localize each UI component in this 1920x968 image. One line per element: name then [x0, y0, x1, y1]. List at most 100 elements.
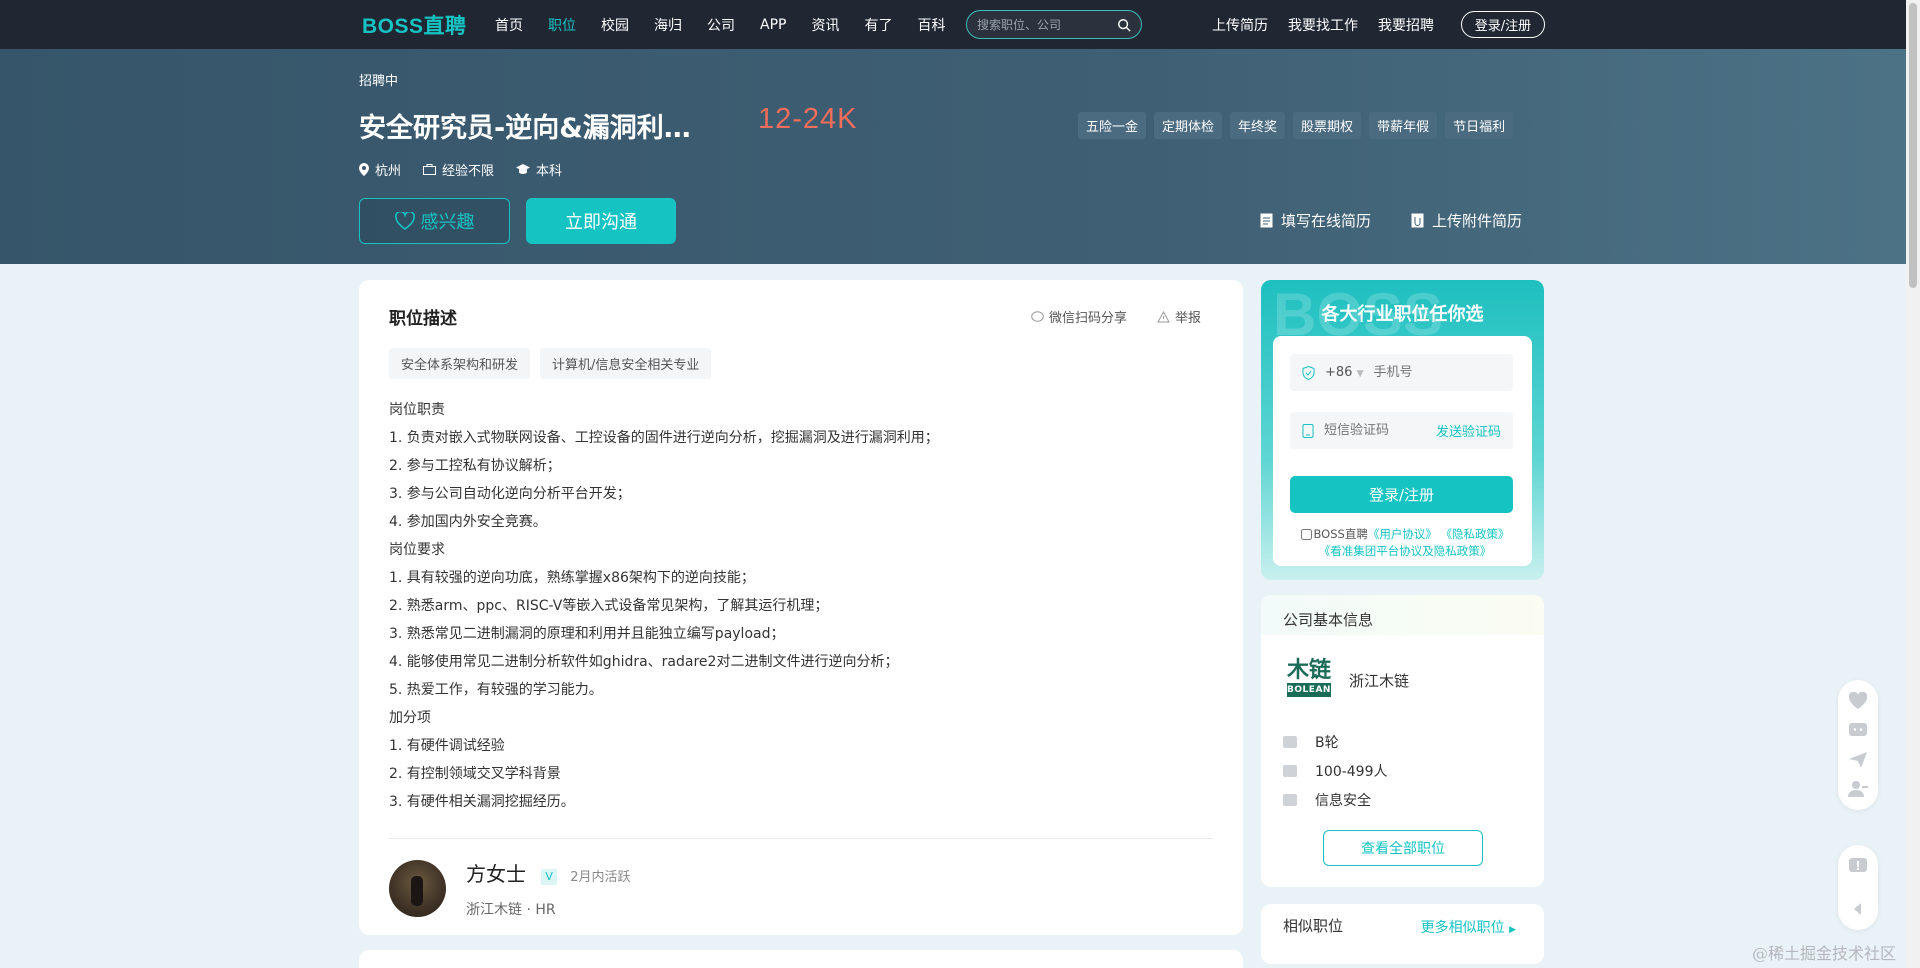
skill-tag: 安全体系架构和研发	[389, 348, 531, 379]
job-title: 安全研究员-逆向&漏洞利…	[359, 113, 691, 144]
nav-campus[interactable]: 校园	[601, 15, 629, 35]
job-description-card: 职位描述 微信扫码分享 举报 安全体系架构和研发 计算机/信息安全相关专业 岗位…	[359, 280, 1243, 935]
desc-line: 2. 有控制领域交叉学科背景	[389, 766, 561, 782]
recruiter-info[interactable]: 方女士 V 2月内活跃 浙江木链 · HR	[389, 858, 630, 919]
skill-tag: 计算机/信息安全相关专业	[540, 348, 712, 379]
nav-home[interactable]: 首页	[495, 15, 523, 35]
message-icon[interactable]	[1848, 721, 1868, 739]
desc-line: 3. 参与公司自动化逆向分析平台开发；	[389, 486, 631, 502]
online-resume-link[interactable]: 填写在线简历	[1260, 210, 1371, 231]
wechat-share-link[interactable]: 微信扫码分享	[1031, 307, 1127, 326]
online-resume-label: 填写在线简历	[1281, 212, 1372, 230]
desc-line: 4. 参加国内外安全竞赛。	[389, 514, 547, 530]
login-card-title: 各大行业职位任你选	[1321, 304, 1484, 325]
privacy-link[interactable]: 《隐私政策》	[1441, 527, 1510, 541]
sms-code-input[interactable]	[1324, 423, 1414, 438]
upload-attachment-link[interactable]: 上传附件简历	[1411, 210, 1522, 231]
company-info: B轮 100-499人 信息安全	[1283, 727, 1388, 814]
job-salary: 12-24K	[758, 103, 858, 135]
agree-checkbox[interactable]	[1300, 529, 1312, 540]
float-toolbar-secondary	[1838, 845, 1878, 930]
header-login-button[interactable]: 登录/注册	[1461, 11, 1545, 38]
nav-overseas[interactable]: 海归	[654, 15, 682, 35]
recruit-link[interactable]: 我要招聘	[1378, 15, 1434, 35]
nav-company[interactable]: 公司	[707, 15, 735, 35]
sms-code-field[interactable]: 发送验证码	[1290, 412, 1513, 449]
skill-tags: 安全体系架构和研发 计算机/信息安全相关专业	[389, 348, 712, 379]
country-code-select[interactable]: +86 ▼	[1325, 365, 1364, 380]
login-form: +86 ▼ 发送验证码 登录/注册 BOSS直聘《用户协议》 《隐私政策》 《看…	[1273, 336, 1532, 566]
phone-input[interactable]	[1373, 365, 1484, 380]
nav-news[interactable]: 资讯	[811, 15, 839, 35]
nav-jobs[interactable]: 职位	[548, 15, 576, 35]
interest-label: 感兴趣	[420, 212, 475, 233]
search-input[interactable]	[977, 17, 1107, 32]
divider	[389, 838, 1213, 839]
country-code: +86	[1325, 365, 1353, 380]
benefit-tag: 节日福利	[1445, 112, 1514, 139]
job-degree-text: 本科	[536, 164, 563, 179]
phone-icon	[1302, 423, 1314, 438]
desc-line: 2. 熟悉arm、ppc、RISC-V等嵌入式设备常见架构，了解其运行机理；	[389, 598, 829, 614]
recruiter-sub: 浙江木链 · HR	[466, 902, 556, 918]
report-label: 举报	[1175, 311, 1202, 326]
caret-right-icon: ▶	[1509, 925, 1516, 935]
desc-line: 1. 负责对嵌入式物联网设备、工控设备的固件进行逆向分析，挖掘漏洞及进行漏洞利用…	[389, 430, 939, 446]
nav-wiki[interactable]: 百科	[917, 15, 945, 35]
company-logo[interactable]: 木链 BOLEAN	[1287, 660, 1331, 701]
upload-resume-link[interactable]: 上传简历	[1212, 15, 1268, 35]
page-scrollbar[interactable]	[1906, 0, 1920, 968]
job-city-text: 杭州	[375, 164, 402, 179]
interest-button[interactable]: 感兴趣	[359, 198, 510, 244]
benefit-tags: 五险一金 定期体检 年终奖 股票期权 带薪年假 节日福利	[1078, 112, 1514, 139]
more-similar-link[interactable]: 更多相似职位 ▶	[1421, 917, 1516, 937]
desc-line: 4. 能够使用常见二进制分析软件如ghidra、radare2对二进制文件进行逆…	[389, 654, 899, 670]
company-heading: 公司基本信息	[1283, 611, 1374, 629]
feedback-icon[interactable]	[1848, 857, 1868, 875]
boss-logo[interactable]: BOSS直聘	[362, 10, 467, 40]
company-industry: 信息安全	[1315, 792, 1371, 809]
similar-jobs-card: 相似职位 更多相似职位 ▶	[1261, 904, 1544, 964]
attachment-icon	[1411, 213, 1424, 228]
company-stage: B轮	[1315, 734, 1339, 751]
float-toolbar	[1838, 680, 1878, 810]
agreement: BOSS直聘《用户协议》 《隐私政策》 《看准集团平台协议及隐私政策》	[1290, 526, 1520, 560]
scrollbar-thumb[interactable]	[1909, 3, 1917, 288]
chat-now-button[interactable]: 立即沟通	[526, 198, 676, 244]
desc-line: 2. 参与工控私有协议解析；	[389, 458, 561, 474]
funding-icon	[1283, 735, 1297, 748]
job-status: 招聘中	[359, 74, 399, 89]
send-code-button[interactable]: 发送验证码	[1436, 421, 1501, 440]
benefit-tag: 股票期权	[1293, 112, 1362, 139]
heart-icon[interactable]	[1848, 691, 1868, 710]
heart-icon	[394, 212, 415, 230]
report-link[interactable]: 举报	[1157, 307, 1201, 326]
recruiter-avatar[interactable]	[389, 860, 446, 917]
desc-line: 岗位要求	[389, 542, 445, 558]
company-size: 100-499人	[1315, 763, 1388, 780]
nav-app[interactable]: APP	[760, 17, 786, 33]
upload-attachment-label: 上传附件简历	[1432, 212, 1523, 230]
send-icon[interactable]	[1848, 751, 1868, 769]
desc-line: 1. 有硬件调试经验	[389, 738, 505, 754]
view-all-jobs-button[interactable]: 查看全部职位	[1323, 830, 1483, 866]
collapse-icon[interactable]	[1848, 900, 1868, 918]
recruiter-role: HR	[535, 902, 556, 918]
header-right-links: 上传简历 我要找工作 我要招聘	[1212, 0, 1454, 49]
contacts-icon[interactable]	[1848, 780, 1868, 798]
people-icon	[1283, 764, 1297, 777]
find-job-link[interactable]: 我要找工作	[1288, 15, 1358, 35]
company-name[interactable]: 浙江木链	[1349, 670, 1409, 691]
search-icon[interactable]	[1117, 18, 1131, 32]
group-policy-link[interactable]: 《看准集团平台协议及隐私政策》	[1319, 544, 1492, 558]
user-agreement-link[interactable]: 《用户协议》	[1368, 527, 1437, 541]
search-box	[966, 10, 1142, 39]
company-card: 公司基本信息 木链 BOLEAN 浙江木链 B轮 100-499人 信息安全 查…	[1261, 595, 1544, 887]
login-submit-button[interactable]: 登录/注册	[1290, 476, 1513, 513]
chevron-down-icon: ▼	[1356, 369, 1364, 379]
watermark: @稀土掘金技术社区	[1752, 944, 1897, 963]
phone-field[interactable]: +86 ▼	[1290, 354, 1513, 391]
nav-youle[interactable]: 有了	[864, 15, 892, 35]
recruiter-text: 方女士 V 2月内活跃 浙江木链 · HR	[466, 858, 630, 919]
benefit-tag: 年终奖	[1230, 112, 1286, 139]
